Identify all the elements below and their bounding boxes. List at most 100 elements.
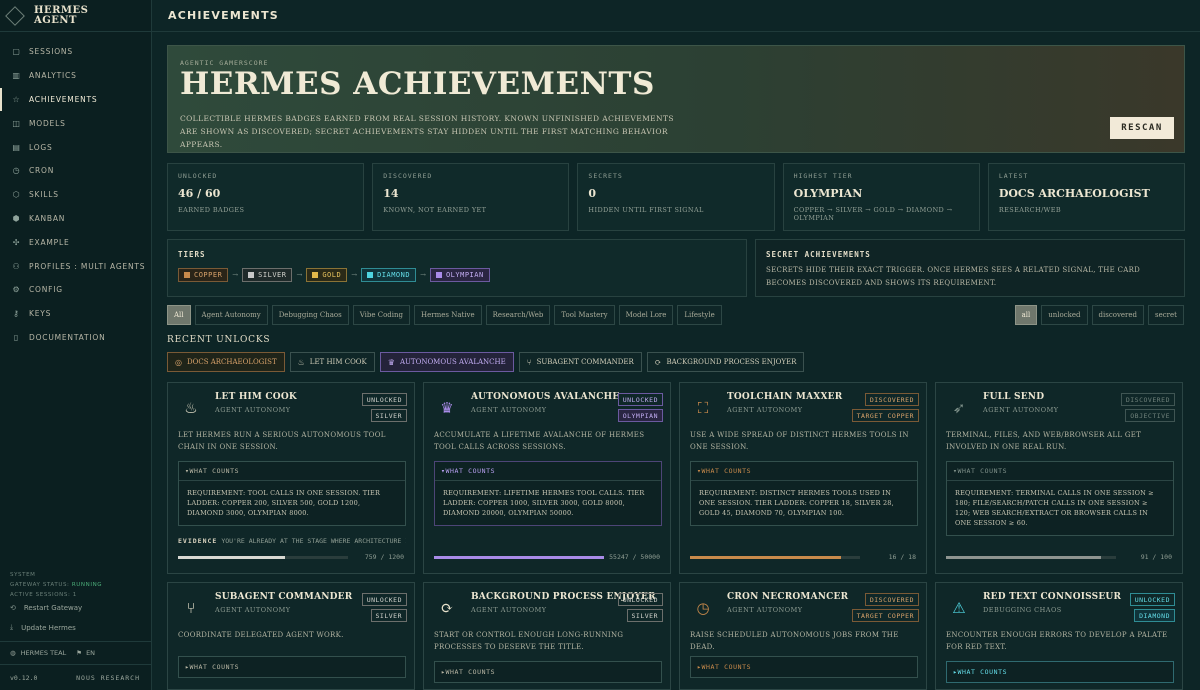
sidebar-item-config[interactable]: ⚙ CONFIG [0, 278, 151, 302]
recent-chip[interactable]: ♨ LET HIM COOK [289, 352, 375, 372]
achievement-card[interactable]: ⛶ TOOLCHAIN MAXXER AGENT AUTONOMY DISCOV… [679, 382, 927, 574]
theme-row: ◍ HERMES TEAL ⚑ EN [0, 641, 152, 663]
version-text: v0.12.0 [10, 673, 38, 682]
card-description: RAISE SCHEDULED AUTONOMOUS JOBS FROM THE… [690, 631, 899, 651]
state-filter-unlocked[interactable]: unlocked [1041, 305, 1088, 325]
tier-chips: COPPER → SILVER → GOLD → DIAMOND → OLYMP… [178, 268, 736, 282]
card-title: LET HIM COOK [215, 392, 297, 402]
category-filters: All Agent Autonomy Debugging Chaos Vibe … [167, 305, 722, 325]
secret-achievements-panel: SECRET ACHIEVEMENTS SECRETS HIDE THEIR E… [755, 239, 1185, 297]
sidebar-item-profiles[interactable]: ⚇ PROFILES : MULTI AGENTS [0, 254, 151, 278]
filter-hermes-native[interactable]: Hermes Native [414, 305, 482, 325]
filter-research-web[interactable]: Research/Web [485, 305, 551, 325]
top-bar: ACHIEVEMENTS [152, 0, 1200, 32]
recent-chip[interactable]: ◎ DOCS ARCHAEOLOGIST [167, 352, 285, 372]
what-counts-toggle[interactable]: ▸ WHAT COUNTS [947, 662, 1173, 682]
sidebar-item-documentation[interactable]: ▯ DOCUMENTATION [0, 326, 151, 350]
compass-icon: ◎ [175, 357, 182, 367]
system-label: SYSTEM [10, 572, 36, 578]
card-category: AGENT AUTONOMY [727, 406, 803, 414]
recent-chip[interactable]: ♛ AUTONOMOUS AVALANCHE [379, 352, 514, 372]
achievement-card[interactable]: ⟳ BACKGROUND PROCESS ENJOYER AGENT AUTON… [423, 582, 671, 690]
what-counts-panel: ▾ WHAT COUNTS REQUIREMENT: TOOL CALLS IN … [178, 461, 406, 526]
tier-chip-diamond[interactable]: DIAMOND [361, 268, 417, 282]
what-counts-toggle[interactable]: ▾ WHAT COUNTS [179, 462, 405, 480]
system-status: SYSTEM GATEWAY STATUS: RUNNING ACTIVE SE… [10, 570, 102, 600]
rocket-icon: ➶ [952, 399, 966, 417]
sidebar-item-label: MODELS [29, 118, 66, 128]
what-counts-toggle[interactable]: ▸ WHAT COUNTS [691, 657, 917, 677]
sidebar-item-cron[interactable]: ◷ CRON [0, 159, 151, 183]
tier-chip-silver[interactable]: SILVER [242, 268, 293, 282]
theme-selector[interactable]: HERMES TEAL [21, 649, 67, 657]
achievement-card[interactable]: ♛ AUTONOMOUS AVALANCHE AGENT AUTONOMY UN… [423, 382, 671, 574]
filter-vibe-coding[interactable]: Vibe Coding [352, 305, 411, 325]
recent-chip[interactable]: ⑂ SUBAGENT COMMANDER [518, 352, 642, 372]
sidebar-item-example[interactable]: ✣ EXAMPLE [0, 230, 151, 254]
state-filters: all unlocked discovered secret [1014, 305, 1184, 325]
what-counts-toggle[interactable]: ▾ WHAT COUNTS [691, 462, 917, 480]
sidebar-item-skills[interactable]: ⬡ SKILLS [0, 183, 151, 207]
stat-latest: LATEST DOCS ARCHAEOLOGIST RESEARCH/WEB [987, 163, 1186, 231]
book-icon: ▯ [13, 332, 20, 342]
state-filter-secret[interactable]: secret [1148, 305, 1184, 325]
tier-chip-gold[interactable]: GOLD [306, 268, 348, 282]
recent-chip[interactable]: ⟳ BACKGROUND PROCESS ENJOYER [646, 352, 805, 372]
progress-fill [434, 556, 604, 559]
status-badge: UNLOCKED [617, 593, 663, 606]
card-description: USE A WIDE SPREAD OF DISTINCT HERMES TOO… [690, 431, 909, 451]
sidebar-item-logs[interactable]: ▤ LOGS [0, 135, 151, 159]
tier-badge: OLYMPIAN [617, 409, 663, 422]
card-category: AGENT AUTONOMY [471, 606, 547, 614]
achievement-card[interactable]: ⚠ RED TEXT CONNOISSEUR DEBUGGING CHAOS U… [935, 582, 1183, 690]
status-badge: UNLOCKED [361, 593, 407, 606]
branch-icon: ⑂ [186, 599, 196, 617]
requirement-text: REQUIREMENT: TERMINAL CALLS IN ONE SESSI… [947, 480, 1173, 535]
filter-lifestyle[interactable]: Lifestyle [677, 305, 722, 325]
brand-logo[interactable]: HERMES AGENT [0, 0, 151, 32]
progress-text: 55247 / 50000 [609, 553, 660, 561]
filter-agent-autonomy[interactable]: Agent Autonomy [194, 305, 268, 325]
what-counts-panel: ▸ WHAT COUNTS [434, 661, 662, 683]
filter-model-lore[interactable]: Model Lore [618, 305, 674, 325]
what-counts-panel: ▾ WHAT COUNTS REQUIREMENT: DISTINCT HERME… [690, 461, 918, 526]
sidebar-item-analytics[interactable]: ▥ ANALYTICS [0, 64, 151, 88]
sidebar-item-keys[interactable]: ⚷ KEYS [0, 302, 151, 326]
achievement-card[interactable]: ➶ FULL SEND AGENT AUTONOMY DISCOVERED OB… [935, 382, 1183, 574]
filter-tool-mastery[interactable]: Tool Mastery [554, 305, 615, 325]
stat-unlocked: UNLOCKED 46 / 60 EARNED BADGES [167, 163, 365, 231]
what-counts-toggle[interactable]: ▸ WHAT COUNTS [435, 662, 661, 682]
tier-chip-copper[interactable]: COPPER [178, 268, 229, 282]
flame-icon: ♨ [184, 399, 198, 417]
state-filter-discovered[interactable]: discovered [1091, 305, 1145, 325]
what-counts-toggle[interactable]: ▸ WHAT COUNTS [179, 657, 405, 677]
filter-all[interactable]: All [167, 305, 191, 325]
status-badge: UNLOCKED [1129, 593, 1175, 606]
tier-chip-olympian[interactable]: OLYMPIAN [429, 268, 490, 282]
card-description: COORDINATE DELEGATED AGENT WORK. [178, 631, 344, 639]
language-selector[interactable]: EN [86, 649, 95, 657]
update-hermes-button[interactable]: ⤓ Update Hermes [10, 623, 76, 632]
state-filter-all[interactable]: all [1014, 305, 1038, 325]
what-counts-toggle[interactable]: ▾ WHAT COUNTS [435, 462, 661, 480]
rescan-button[interactable]: RESCAN [1110, 117, 1174, 139]
card-description: LET HERMES RUN A SERIOUS AUTONOMOUS TOOL… [178, 431, 386, 451]
branch-icon: ⑂ [526, 357, 532, 367]
arrow-icon: → [420, 271, 426, 279]
sidebar-item-models[interactable]: ◫ MODELS [0, 111, 151, 135]
tier-badge: TARGET COPPER [851, 409, 919, 422]
filter-debugging-chaos[interactable]: Debugging Chaos [271, 305, 349, 325]
restart-gateway-button[interactable]: ⟲ Restart Gateway [10, 604, 82, 612]
sidebar-item-sessions[interactable]: ▢ SESSIONS [0, 40, 151, 64]
warning-icon: ⚠ [952, 599, 966, 617]
achievement-card[interactable]: ♨ LET HIM COOK AGENT AUTONOMY UNLOCKED S… [167, 382, 415, 574]
silver-swatch-icon [248, 272, 255, 278]
what-counts-toggle[interactable]: ▾ WHAT COUNTS [947, 462, 1173, 480]
sidebar-item-achievements[interactable]: ☆ ACHIEVEMENTS [0, 87, 151, 112]
copper-swatch-icon [184, 272, 190, 278]
sidebar-item-kanban[interactable]: ⬢ KANBAN [0, 207, 151, 231]
achievement-card[interactable]: ⑂ SUBAGENT COMMANDER AGENT AUTONOMY UNLO… [167, 582, 415, 690]
achievement-card[interactable]: ◷ CRON NECROMANCER AGENT AUTONOMY DISCOV… [679, 582, 927, 690]
network-icon: ⛶ [697, 399, 709, 417]
download-icon: ⤓ [10, 623, 14, 631]
